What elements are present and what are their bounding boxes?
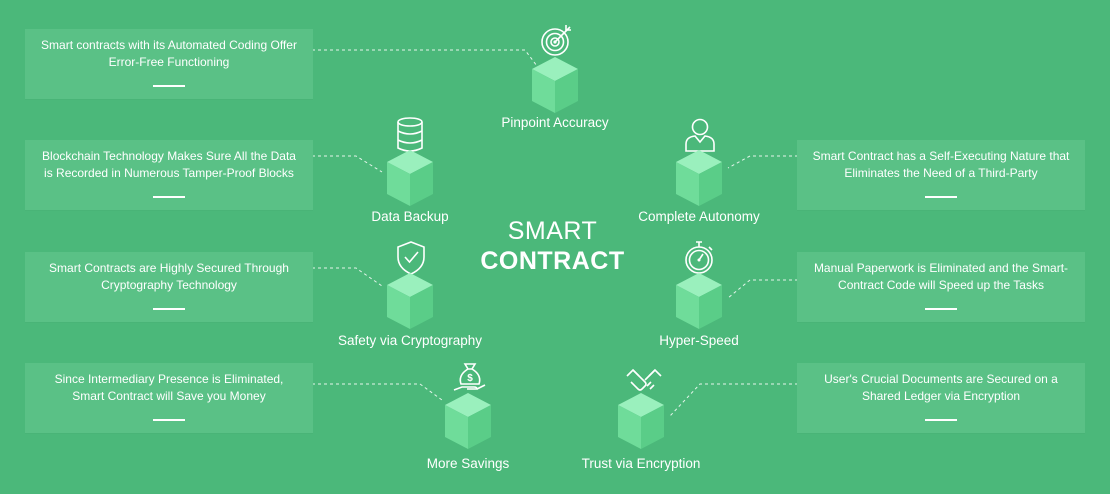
node-label: Hyper-Speed [659, 333, 739, 348]
card-hyper-speed: Manual Paperwork is Eliminated and the S… [797, 252, 1085, 322]
cube-pedestal [676, 150, 722, 206]
card-text: Blockchain Technology Makes Sure All the… [42, 149, 296, 180]
node-hyper-speed: Hyper-Speed [619, 240, 779, 355]
handshake-icon [626, 368, 662, 391]
cube-pedestal [676, 273, 722, 329]
node-data-backup: Data Backup [330, 115, 490, 230]
person-icon [685, 118, 715, 152]
card-text: Manual Paperwork is Eliminated and the S… [813, 261, 1069, 292]
money-bag-hand-icon: $ [453, 363, 486, 391]
cube-pedestal [387, 150, 433, 206]
divider [153, 196, 185, 198]
card-safety-via-cryptography: Smart Contracts are Highly Secured Throu… [25, 252, 313, 322]
node-safety-via-cryptography: Safety via Cryptography [330, 240, 490, 355]
node-label: Complete Autonomy [638, 209, 760, 224]
card-text: Since Intermediary Presence is Eliminate… [54, 372, 284, 403]
smart-contract-diagram: Smart contracts with its Automated Codin… [0, 0, 1110, 494]
divider [153, 308, 185, 310]
svg-text:$: $ [467, 373, 473, 384]
shield-check-icon [397, 241, 425, 275]
divider [925, 419, 957, 421]
title-line-1: SMART [507, 217, 598, 245]
title-line-2: CONTRACT [480, 247, 625, 275]
cube-pedestal [387, 273, 433, 329]
node-more-savings: $ More Savings [388, 360, 548, 475]
card-text: Smart Contract has a Self-Executing Natu… [812, 149, 1070, 180]
card-trust-via-encryption: User's Crucial Documents are Secured on … [797, 363, 1085, 433]
cube-pedestal [532, 57, 578, 113]
node-label: Trust via Encryption [581, 456, 701, 471]
target-icon [541, 25, 571, 56]
card-more-savings: Since Intermediary Presence is Eliminate… [25, 363, 313, 433]
card-text: Smart Contracts are Highly Secured Throu… [49, 261, 289, 292]
card-pinpoint-accuracy: Smart contracts with its Automated Codin… [25, 29, 313, 99]
node-complete-autonomy: Complete Autonomy [619, 115, 779, 230]
divider [925, 196, 957, 198]
divider [925, 308, 957, 310]
node-label: More Savings [426, 456, 510, 471]
center-title: SMART CONTRACT [470, 216, 635, 276]
node-label: Safety via Cryptography [337, 333, 483, 348]
card-text: Smart contracts with its Automated Codin… [41, 38, 297, 69]
node-label: Pinpoint Accuracy [501, 115, 609, 130]
node-trust-via-encryption: Trust via Encryption [561, 360, 721, 475]
node-pinpoint-accuracy: Pinpoint Accuracy [475, 20, 635, 135]
card-text: User's Crucial Documents are Secured on … [824, 372, 1058, 403]
cube-pedestal [445, 393, 491, 449]
cube-pedestal [618, 393, 664, 449]
database-icon [397, 117, 423, 152]
stopwatch-icon [685, 241, 713, 274]
divider [153, 85, 185, 87]
card-complete-autonomy: Smart Contract has a Self-Executing Natu… [797, 140, 1085, 210]
divider [153, 419, 185, 421]
card-data-backup: Blockchain Technology Makes Sure All the… [25, 140, 313, 210]
node-label: Data Backup [371, 209, 449, 224]
